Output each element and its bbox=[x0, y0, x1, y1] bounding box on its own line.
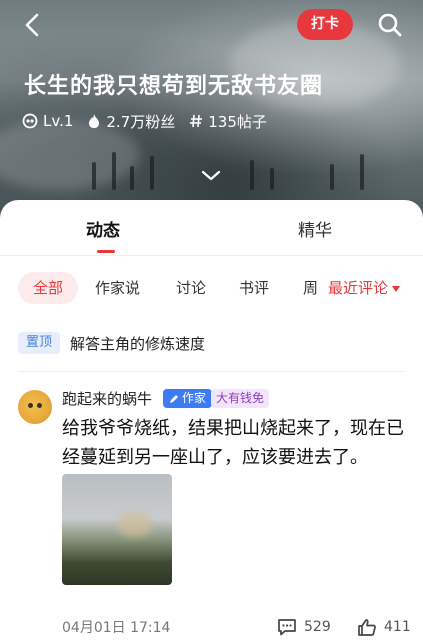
comment-icon bbox=[278, 619, 296, 636]
checkin-button[interactable]: 打卡 bbox=[297, 9, 353, 40]
hash-icon bbox=[190, 114, 203, 128]
level-stat[interactable]: Lv.1 bbox=[22, 112, 73, 130]
level-text: Lv.1 bbox=[43, 112, 74, 130]
banner-tree bbox=[130, 166, 134, 190]
thumbs-up-icon bbox=[358, 618, 376, 636]
caret-down-icon bbox=[392, 285, 401, 292]
pinned-post[interactable]: 置顶 解答主角的修炼速度 bbox=[18, 332, 205, 354]
top-bar: 打卡 bbox=[0, 0, 423, 50]
content-card: 动态 精华 全部 作家说 讨论 书评 周 最近评论 置顶 解答主角的修炼速度 跑… bbox=[0, 200, 423, 641]
search-icon bbox=[378, 13, 402, 37]
avatar[interactable] bbox=[18, 390, 52, 424]
post-username[interactable]: 跑起来的蜗牛 bbox=[62, 388, 152, 409]
post-image[interactable] bbox=[62, 474, 172, 585]
tab-featured[interactable]: 精华 bbox=[298, 216, 332, 241]
divider bbox=[18, 371, 405, 372]
circle-title: 长生的我只想苟到无敌书友圈 bbox=[24, 74, 324, 99]
banner-tree bbox=[92, 162, 96, 190]
banner-tree bbox=[250, 160, 254, 190]
banner-tree bbox=[360, 154, 364, 190]
followers-text: 2.7万粉丝 bbox=[106, 112, 176, 131]
author-badge: 作家 bbox=[163, 389, 213, 408]
circle-stats: Lv.1 2.7万粉丝 135帖子 bbox=[22, 110, 281, 132]
filter-week[interactable]: 周 bbox=[303, 272, 318, 304]
comment-count: 529 bbox=[304, 619, 331, 635]
sort-dropdown[interactable]: 最近评论 bbox=[318, 272, 423, 304]
header-banner: 打卡 长生的我只想苟到无敌书友圈 Lv.1 2.7万粉丝 135帖子 bbox=[0, 0, 423, 230]
like-count: 411 bbox=[384, 619, 411, 635]
banner-tree bbox=[270, 168, 274, 190]
main-tabs: 动态 精华 bbox=[0, 200, 423, 256]
back-arrow-icon bbox=[25, 13, 39, 37]
post-content: 给我爷爷烧纸，结果把山烧起来了，现在已经蔓延到另一座山了，应该要进去了。 bbox=[62, 418, 404, 468]
post-item[interactable]: 跑起来的蜗牛 作家 大有钱免 给我爷爷烧纸，结果把山烧起来了，现在已经蔓延到另一… bbox=[0, 386, 423, 641]
flame-icon bbox=[89, 114, 100, 128]
filter-author-says[interactable]: 作家说 bbox=[95, 272, 140, 304]
pen-icon bbox=[170, 394, 178, 403]
banner-tree bbox=[330, 164, 334, 190]
avatar-eye bbox=[37, 403, 42, 408]
filter-discussion[interactable]: 讨论 bbox=[176, 272, 206, 304]
pinned-title: 解答主角的修炼速度 bbox=[70, 334, 206, 353]
tab-indicator bbox=[97, 250, 115, 253]
avatar-eye bbox=[28, 403, 33, 408]
image-smoke bbox=[117, 512, 152, 537]
rank-badge: 大有钱免 bbox=[211, 389, 270, 408]
comment-button[interactable]: 529 bbox=[277, 616, 331, 638]
author-badge-label: 作家 bbox=[182, 391, 207, 405]
posts-stat[interactable]: 135帖子 bbox=[189, 111, 267, 132]
level-icon bbox=[22, 113, 38, 129]
expand-button[interactable] bbox=[200, 168, 222, 187]
search-button[interactable] bbox=[375, 10, 405, 40]
banner-tree bbox=[112, 152, 116, 190]
post-date: 04月01日 17:14 bbox=[62, 620, 171, 636]
chevron-down-icon bbox=[201, 170, 221, 181]
banner-tree bbox=[150, 156, 154, 190]
sort-label: 最近评论 bbox=[328, 279, 389, 297]
filter-bar: 全部 作家说 讨论 书评 周 最近评论 bbox=[0, 272, 423, 306]
followers-stat[interactable]: 2.7万粉丝 bbox=[87, 111, 175, 132]
pinned-badge: 置顶 bbox=[18, 332, 60, 354]
tab-dynamic[interactable]: 动态 bbox=[86, 216, 120, 241]
filter-book-review[interactable]: 书评 bbox=[239, 272, 269, 304]
like-button[interactable]: 411 bbox=[357, 616, 411, 638]
filter-all[interactable]: 全部 bbox=[18, 272, 78, 304]
back-button[interactable] bbox=[18, 10, 48, 40]
posts-text: 135帖子 bbox=[208, 112, 267, 131]
